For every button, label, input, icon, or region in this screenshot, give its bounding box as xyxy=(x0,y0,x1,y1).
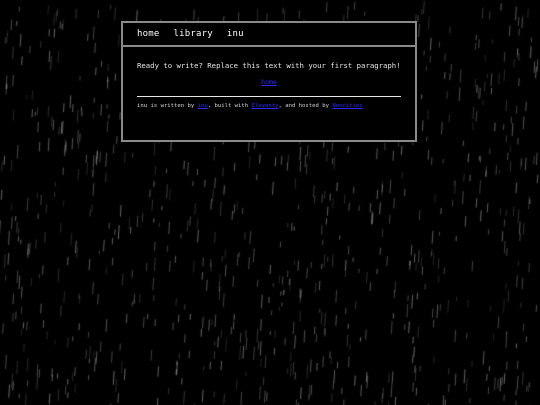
footer-text: inu is written by inu, built with Eleven… xyxy=(137,103,401,109)
intro-paragraph: Ready to write? Replace this text with y… xyxy=(137,61,401,70)
footer-host-link[interactable]: Neocities xyxy=(332,103,362,109)
top-nav: home library inu xyxy=(123,23,415,47)
nav-item-library[interactable]: library xyxy=(173,29,212,39)
main-panel: home library inu Ready to write? Replace… xyxy=(121,21,417,142)
content-area: Ready to write? Replace this text with y… xyxy=(123,47,415,109)
footer-middle: , built with xyxy=(207,103,252,109)
home-link[interactable]: home xyxy=(261,78,277,86)
footer-divider xyxy=(137,96,401,97)
footer-tool-link[interactable]: Eleventy xyxy=(252,103,279,109)
center-link-row: home xyxy=(137,78,401,86)
footer-prefix: inu is written by xyxy=(137,103,198,109)
nav-item-home[interactable]: home xyxy=(137,29,159,39)
nav-item-inu[interactable]: inu xyxy=(227,29,244,39)
footer-author-link[interactable]: inu xyxy=(198,103,208,109)
footer-hosted: , and hosted by xyxy=(278,103,333,109)
